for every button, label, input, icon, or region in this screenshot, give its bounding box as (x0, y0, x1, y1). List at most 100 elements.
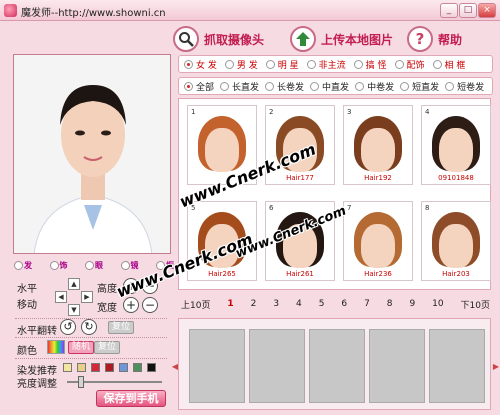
radio-icon (400, 81, 410, 91)
layer-radio-1[interactable]: 发 (14, 258, 32, 272)
layer-radio-group: 发 饰 眼 镜 框 (14, 258, 174, 272)
layer-radio-2[interactable]: 饰 (49, 258, 68, 272)
move-down-arrow-icon[interactable]: ▼ (68, 304, 80, 316)
radio-icon (265, 59, 275, 69)
page-link[interactable]: 2 (251, 299, 257, 309)
rotate-left-icon[interactable]: ↺ (60, 319, 76, 335)
title-bar: 魔发师--http://www.showni.cn _ □ × (0, 0, 500, 21)
close-button[interactable]: × (478, 3, 496, 18)
layer-radio-5[interactable]: 框 (156, 258, 174, 272)
color-reset-button[interactable]: 复位 (94, 341, 121, 354)
style-option[interactable]: 中直发 (310, 80, 349, 93)
hairstyle-card[interactable]: 3 Hair192 (343, 105, 413, 185)
card-number: 4 (425, 108, 430, 116)
model-face (361, 128, 395, 172)
hairstyle-card[interactable]: 6 Hair261 (265, 201, 335, 281)
move-right-arrow-icon[interactable]: ▶ (81, 291, 93, 303)
width-increase-button[interactable]: + (123, 297, 139, 313)
page-link[interactable]: 7 (364, 299, 370, 309)
style-option[interactable]: 长直发 (220, 80, 259, 93)
flip-reset-button[interactable]: 复位 (108, 321, 135, 334)
page-link[interactable]: 8 (387, 299, 393, 309)
hairstyle-card[interactable]: 8 Hair203 (421, 201, 491, 281)
swatch-7[interactable] (147, 363, 156, 372)
portrait-photo (13, 54, 171, 254)
strip-right-arrow-icon[interactable]: ▶ (492, 362, 500, 374)
history-slot[interactable] (369, 329, 425, 403)
category-option[interactable]: 非主流 (306, 58, 346, 71)
layer-radio-3[interactable]: 眼 (85, 258, 103, 272)
next-10-pages-link[interactable]: 下10页 (461, 298, 490, 311)
page-link[interactable]: 9 (409, 299, 415, 309)
page-link[interactable]: 3 (273, 299, 279, 309)
flip-label: 水平翻转 (17, 326, 57, 337)
model-face (283, 128, 317, 172)
color-palette-icon[interactable] (47, 340, 65, 354)
height-decrease-button[interactable]: − (142, 278, 158, 294)
category-option[interactable]: 明 星 (265, 58, 299, 71)
style-option[interactable]: 短直发 (400, 80, 439, 93)
style-option[interactable]: 全部 (184, 80, 214, 93)
width-decrease-button[interactable]: − (142, 297, 158, 313)
height-increase-button[interactable]: + (123, 278, 139, 294)
horizontal-label: 水平 (17, 284, 37, 295)
radio-icon (184, 59, 193, 69)
page-link[interactable]: 10 (432, 299, 443, 309)
camera-button[interactable]: 抓取摄像头 (173, 24, 264, 54)
history-slot[interactable] (189, 329, 245, 403)
style-option-label: 长卷发 (277, 82, 305, 93)
help-button[interactable]: ? 帮助 (407, 24, 462, 54)
radio-icon (184, 81, 193, 91)
model-face (205, 224, 239, 268)
brightness-slider-thumb[interactable] (78, 376, 84, 388)
strip-left-arrow-icon[interactable]: ◀ (171, 362, 179, 374)
card-number: 1 (191, 108, 196, 116)
maximize-button[interactable]: □ (459, 3, 477, 18)
page-link[interactable]: 6 (341, 299, 347, 309)
history-slot[interactable] (429, 329, 485, 403)
hairstyle-card[interactable]: 5 Hair265 (187, 201, 257, 281)
style-option[interactable]: 中卷发 (355, 80, 394, 93)
category-option[interactable]: 相 框 (432, 58, 465, 71)
swatch-6[interactable] (133, 363, 142, 372)
style-option[interactable]: 短卷发 (445, 80, 484, 93)
upload-button[interactable]: 上传本地图片 (290, 24, 393, 54)
layer-radio-4[interactable]: 镜 (120, 258, 139, 272)
move-left-arrow-icon[interactable]: ◀ (55, 291, 67, 303)
style-option-label: 长直发 (232, 82, 260, 93)
hairstyle-card[interactable]: 4 09101848 (421, 105, 491, 185)
page-link[interactable]: 4 (296, 299, 302, 309)
prev-10-pages-link[interactable]: 上10页 (181, 298, 210, 311)
card-number: 8 (425, 204, 430, 212)
card-name: 09101848 (438, 174, 474, 182)
category-option[interactable]: 女 发 (184, 58, 217, 71)
swatch-4[interactable] (105, 363, 114, 372)
hairstyle-card[interactable]: 1 (187, 105, 257, 185)
color-label: 颜色 (17, 346, 37, 357)
hairstyle-card[interactable]: 2 Hair177 (265, 105, 335, 185)
swatch-1[interactable] (63, 363, 72, 372)
card-number: 7 (347, 204, 352, 212)
category-option[interactable]: 配饰 (394, 58, 425, 71)
swatch-2[interactable] (77, 363, 86, 372)
category-option-label: 男 发 (236, 60, 258, 71)
card-name: Hair192 (364, 174, 392, 182)
category-option[interactable]: 搞 怪 (353, 58, 387, 71)
model-face (283, 224, 317, 268)
brightness-slider[interactable] (67, 376, 162, 388)
hairstyle-card[interactable]: 7 Hair236 (343, 201, 413, 281)
random-color-button[interactable]: 随机 (68, 341, 95, 354)
history-slot[interactable] (249, 329, 305, 403)
swatch-3[interactable] (91, 363, 100, 372)
page-link[interactable]: 5 (319, 299, 325, 309)
rotate-right-icon[interactable]: ↻ (81, 319, 97, 335)
page-link[interactable]: 1 (227, 299, 233, 309)
move-up-arrow-icon[interactable]: ▲ (68, 278, 80, 290)
save-to-phone-button[interactable]: 保存到手机 (96, 390, 166, 407)
minimize-button[interactable]: _ (440, 3, 458, 18)
category-option[interactable]: 男 发 (224, 58, 258, 71)
move-label: 移动 (17, 300, 37, 311)
swatch-5[interactable] (119, 363, 128, 372)
style-option[interactable]: 长卷发 (265, 80, 304, 93)
history-slot[interactable] (309, 329, 365, 403)
